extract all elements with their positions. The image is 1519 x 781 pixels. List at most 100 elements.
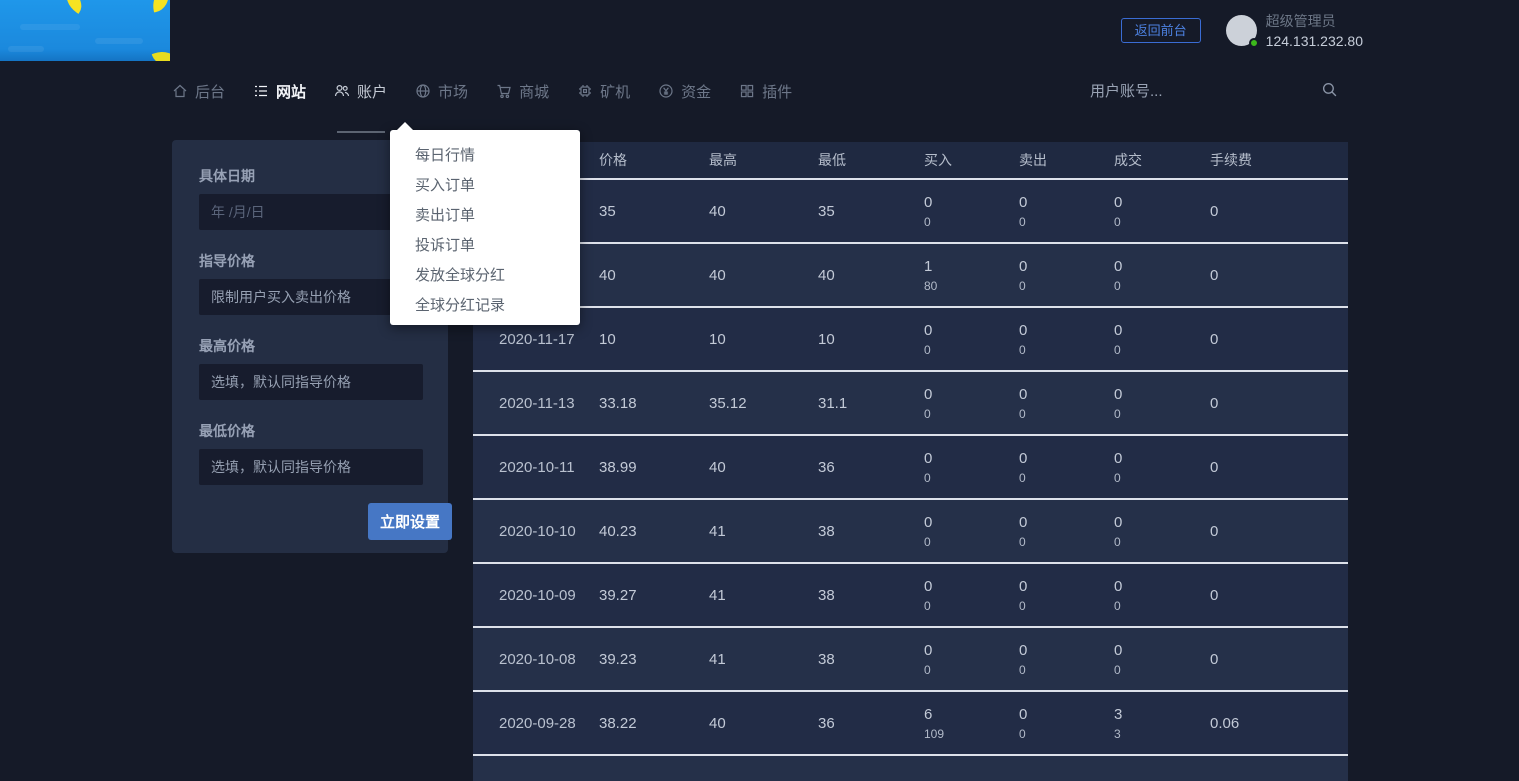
cell-sell: 00 — [1019, 193, 1028, 229]
cell-high: 40 — [709, 202, 726, 220]
cell-price: 35 — [599, 202, 616, 220]
cell-fee: 0 — [1210, 650, 1219, 668]
nav-item-label: 网站 — [276, 83, 307, 101]
list-icon — [253, 83, 269, 99]
cell-deal: 00 — [1114, 577, 1123, 613]
col-header-low: 最低 — [818, 152, 846, 168]
cell-sell: 00 — [1019, 449, 1028, 485]
nav-item-mall[interactable]: 商城 — [496, 81, 549, 102]
cell-low: 36 — [818, 714, 835, 732]
avatar[interactable] — [1225, 15, 1259, 48]
admin-dashboard: 返回前台 超级管理员 124.131.232.80 后台 网站 账户 市场 商城… — [0, 0, 1519, 781]
cell-low: 38 — [818, 650, 835, 668]
cell-high — [709, 755, 818, 781]
nav-item-funds[interactable]: 资金 — [658, 81, 711, 102]
table-row: 2020-10-10 40.23 41 38 00 00 00 0 — [473, 499, 1348, 563]
cell-high: 40 — [709, 458, 726, 476]
menu-item-complaint-orders[interactable]: 投诉订单 — [390, 231, 580, 261]
cell-price: 39.27 — [599, 586, 637, 604]
daily-market-table: 价格 最高 最低 买入 卖出 成交 手续费 35 40 35 00 00 00 … — [473, 142, 1348, 781]
cell-deal: 33 — [1114, 705, 1123, 741]
nav-item-miner[interactable]: 矿机 — [577, 81, 630, 102]
table-row: 40 40 40 1 80 00 00 0 — [473, 243, 1348, 307]
nav-item-label: 资金 — [681, 83, 712, 101]
col-header-sell: 卖出 — [1019, 152, 1047, 168]
cell-fee: 0 — [1210, 266, 1219, 284]
menu-item-distribute-dividend[interactable]: 发放全球分红 — [390, 261, 580, 291]
cell-high: 41 — [709, 522, 726, 540]
cell-deal: 00 — [1114, 257, 1123, 293]
table-header-row: 价格 最高 最低 买入 卖出 成交 手续费 — [473, 142, 1348, 179]
search-input[interactable] — [1088, 81, 1313, 101]
logo-streak-decoration — [20, 24, 80, 30]
cell-high: 35.12 — [709, 394, 747, 412]
cell-low: 31.1 — [818, 394, 848, 412]
cell-low: 40 — [818, 266, 835, 284]
cell-price: 38.22 — [599, 714, 637, 732]
table-row: 2020-10-11 38.99 40 36 00 00 00 0 — [473, 435, 1348, 499]
set-now-button[interactable]: 立即设置 — [368, 503, 452, 540]
cell-sell: 00 — [1019, 705, 1028, 741]
site-logo[interactable] — [0, 0, 170, 61]
search-icon[interactable] — [1321, 81, 1338, 101]
menu-item-sell-orders[interactable]: 卖出订单 — [390, 201, 580, 231]
menu-item-dividend-records[interactable]: 全球分红记录 — [390, 291, 580, 321]
cell-buy: 00 — [924, 577, 933, 613]
menu-item-daily-market[interactable]: 每日行情 — [390, 141, 580, 171]
nav-item-market[interactable]: 市场 — [415, 81, 468, 102]
cart-icon — [496, 83, 512, 99]
cell-price: 38.99 — [599, 458, 637, 476]
cell-buy: 1 80 — [924, 257, 938, 293]
table-row: 2020-09-28 38.22 40 36 6 109 00 33 0.06 — [473, 691, 1348, 755]
cell-buy: 00 — [924, 385, 933, 421]
col-header-deal: 成交 — [1114, 152, 1142, 168]
back-to-front-button[interactable]: 返回前台 — [1120, 18, 1201, 43]
cell-high: 10 — [709, 330, 726, 348]
cell-date: 2020-10-08 — [499, 650, 576, 668]
cell-fee: 0.06 — [1210, 714, 1240, 732]
cell-price — [599, 755, 709, 781]
cell-sell: 00 — [1019, 577, 1028, 613]
col-header-high: 最高 — [709, 152, 737, 168]
nav-item-label: 账户 — [357, 83, 388, 101]
menu-item-buy-orders[interactable]: 买入订单 — [390, 171, 580, 201]
min-price-input[interactable] — [199, 449, 423, 485]
cell-low — [818, 755, 924, 781]
cell-high: 40 — [709, 714, 726, 732]
cell-buy: 6 109 — [924, 705, 945, 741]
cell-fee — [1210, 755, 1348, 781]
table-row: 2020-11-17 10 10 10 00 00 00 0 — [473, 307, 1348, 371]
users-icon — [334, 83, 350, 99]
cell-buy: 00 — [924, 449, 933, 485]
nav-item-website[interactable]: 网站 — [253, 81, 306, 102]
nav-item-accounts[interactable]: 账户 — [334, 81, 387, 102]
logo-streak-decoration — [95, 38, 143, 44]
cell-deal: 00 — [1114, 193, 1123, 229]
globe-icon — [415, 83, 431, 99]
cell-date: 2020-09-28 — [499, 714, 576, 732]
cell-buy: 00 — [924, 641, 933, 677]
col-header-price: 价格 — [599, 152, 627, 168]
nav-item-label: 后台 — [195, 83, 226, 101]
cell-price: 40.23 — [599, 522, 637, 540]
logo-leaf-decoration — [151, 46, 170, 61]
logo-leaf-decoration — [60, 0, 88, 14]
max-price-input[interactable] — [199, 364, 423, 400]
cell-fee: 0 — [1210, 586, 1219, 604]
cell-sell: 00 — [1019, 257, 1028, 293]
nav-item-backend[interactable]: 后台 — [172, 81, 225, 102]
table-row: 2020-10-09 39.27 41 38 00 00 00 0 — [473, 563, 1348, 627]
max-price-label: 最高价格 — [199, 338, 255, 354]
table-row: 35 40 35 00 00 00 0 — [473, 179, 1348, 243]
cell-fee: 0 — [1210, 458, 1219, 476]
chip-icon — [577, 83, 593, 99]
cell-fee: 0 — [1210, 394, 1219, 412]
cell-high: 41 — [709, 650, 726, 668]
cell-fee: 0 — [1210, 330, 1219, 348]
nav-item-plugins[interactable]: 插件 — [739, 81, 792, 102]
coin-icon — [658, 83, 674, 99]
user-meta: 超级管理员 124.131.232.80 — [1266, 11, 1363, 51]
cell-low: 38 — [818, 586, 835, 604]
cell-date: 2020-11-13 — [499, 394, 575, 412]
cell-date: 2020-10-09 — [499, 586, 576, 604]
